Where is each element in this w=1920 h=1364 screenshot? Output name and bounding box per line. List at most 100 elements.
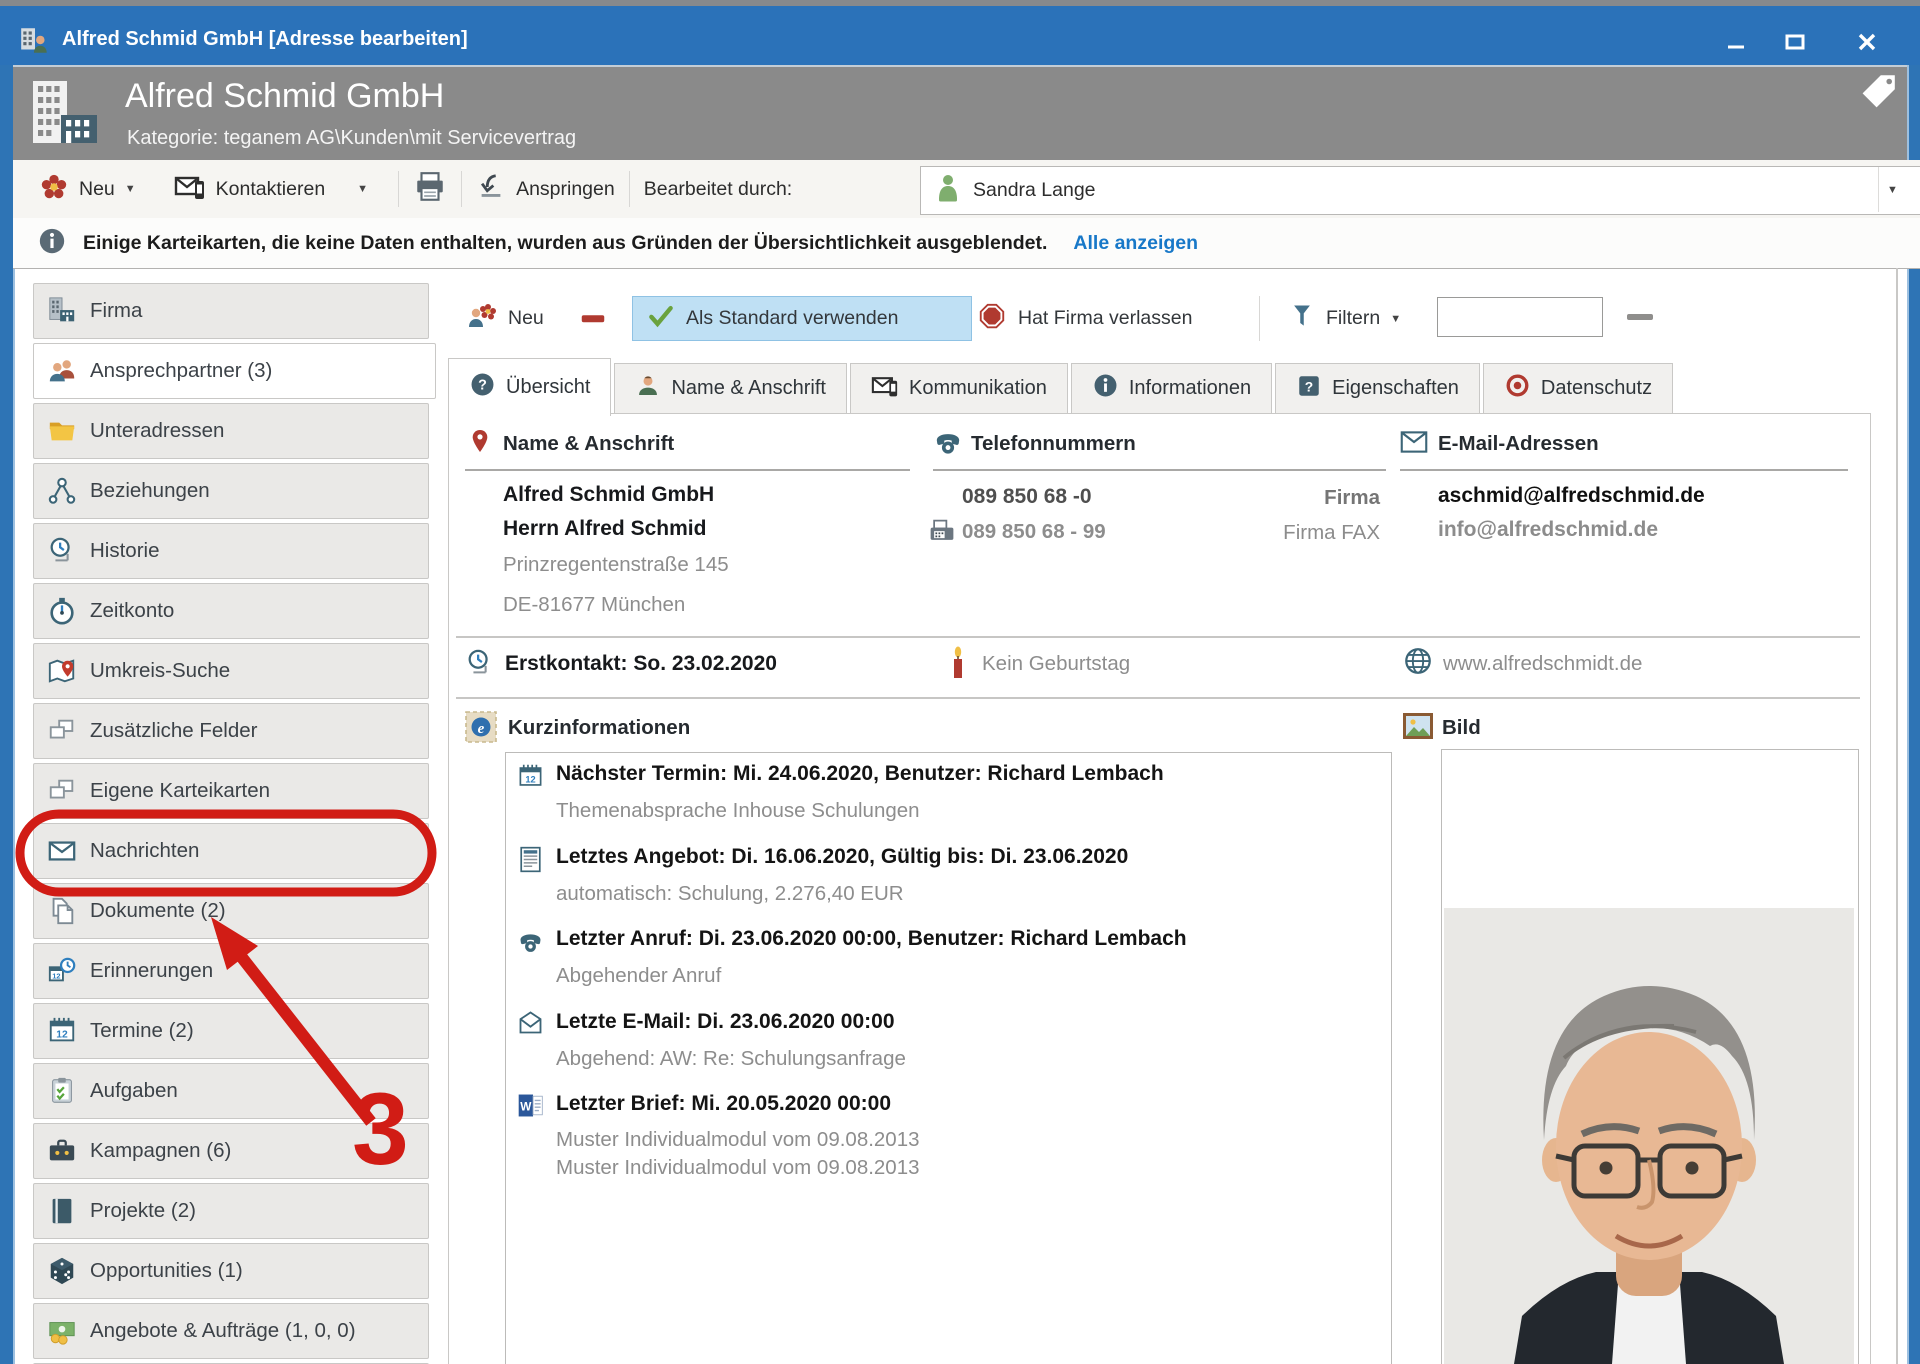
toolbar-separator bbox=[1259, 296, 1260, 341]
collapse-dash-button[interactable] bbox=[1627, 314, 1653, 320]
title-bar[interactable]: Alfred Schmid GmbH [Adresse bearbeiten] bbox=[0, 6, 1920, 65]
neu-button[interactable]: Neu ▼ bbox=[39, 172, 136, 207]
editor-combobox[interactable]: Sandra Lange bbox=[920, 166, 1920, 215]
sidebar-item-erinnerungen[interactable]: 12Erinnerungen bbox=[33, 943, 429, 999]
maximize-button[interactable] bbox=[1766, 12, 1824, 71]
offer-icon bbox=[517, 846, 544, 878]
flower-icon bbox=[39, 172, 69, 207]
dice-icon bbox=[47, 1256, 77, 1286]
location-pin-icon bbox=[467, 428, 493, 463]
funnel-icon bbox=[1288, 302, 1316, 335]
emails-heading: E-Mail-Adressen bbox=[1438, 432, 1599, 456]
sidebar-item-opportunities[interactable]: Opportunities (1) bbox=[33, 1243, 429, 1299]
tab-kommunikation[interactable]: Kommunikation bbox=[850, 363, 1068, 414]
extra-fields-icon bbox=[47, 716, 77, 746]
book-icon bbox=[47, 1196, 77, 1226]
jump-to-icon bbox=[476, 172, 506, 207]
first-contact: Erstkontakt: So. 23.02.2020 bbox=[505, 652, 777, 676]
editor-combobox-chevron[interactable]: ▼ bbox=[1878, 167, 1906, 212]
sidebar-item-zeitkonto[interactable]: Zeitkonto bbox=[33, 583, 429, 639]
phones-heading: Telefonnummern bbox=[971, 432, 1136, 456]
svg-text:12: 12 bbox=[52, 972, 60, 981]
window-title: Alfred Schmid GmbH [Adresse bearbeiten] bbox=[62, 28, 468, 51]
alle-anzeigen-link[interactable]: Alle anzeigen bbox=[1073, 232, 1198, 255]
tag-icon[interactable] bbox=[1855, 71, 1901, 118]
email-primary: aschmid@alfredschmid.de bbox=[1438, 484, 1705, 508]
sidebar-item-label: Zusätzliche Felder bbox=[90, 719, 257, 743]
pawn-icon bbox=[935, 173, 961, 208]
info-message: Einige Karteikarten, die keine Daten ent… bbox=[83, 232, 1047, 255]
sidebar-item-ansprechpartner[interactable]: Ansprechpartner (3) bbox=[33, 343, 436, 399]
svg-text:12: 12 bbox=[56, 1030, 68, 1041]
stop-octagon-icon bbox=[977, 301, 1007, 336]
hat-firma-verlassen-button[interactable]: Hat Firma verlassen bbox=[977, 296, 1192, 341]
info-circle-icon bbox=[37, 226, 67, 261]
map-pin-icon bbox=[47, 656, 77, 686]
tab-uebersicht[interactable]: ?Übersicht bbox=[448, 358, 611, 416]
kurzinfo-item-sub: Muster Individualmodul vom 09.08.2013 bbox=[556, 1128, 920, 1152]
sidebar-item-label: Historie bbox=[90, 539, 160, 563]
kontaktieren-button[interactable]: Kontaktieren bbox=[174, 172, 326, 207]
sidebar-item-termine[interactable]: 12Termine (2) bbox=[33, 1003, 429, 1059]
sidebar-item-label: Eigene Karteikarten bbox=[90, 779, 270, 803]
website: www.alfredschmidt.de bbox=[1443, 652, 1642, 676]
sidebar-item-angebote-auftraege[interactable]: Angebote & Aufträge (1, 0, 0) bbox=[33, 1303, 429, 1359]
phone-label: Firma bbox=[1200, 486, 1380, 510]
sidebar-item-label: Firma bbox=[90, 299, 142, 323]
sidebar-item-projekte[interactable]: Projekte (2) bbox=[33, 1183, 429, 1239]
filter-input[interactable] bbox=[1437, 297, 1603, 337]
crm-address-window: Alfred Schmid GmbH [Adresse bearbeiten] … bbox=[0, 0, 1920, 1364]
kontaktieren-dropdown[interactable]: ▼ bbox=[357, 183, 368, 195]
sidebar-item-unteradressen[interactable]: Unteradressen bbox=[33, 403, 429, 459]
sidebar-item-label: Dokumente (2) bbox=[90, 899, 226, 923]
print-button[interactable] bbox=[413, 170, 447, 209]
sidebar-item-dokumente[interactable]: Dokumente (2) bbox=[33, 883, 429, 939]
help-circle-icon: ? bbox=[469, 371, 496, 404]
tab-informationen[interactable]: Informationen bbox=[1071, 363, 1272, 414]
close-button[interactable] bbox=[1838, 12, 1896, 71]
kurzinfo-item-sub: automatisch: Schulung, 2.276,40 EUR bbox=[556, 882, 904, 906]
toolbar-separator bbox=[398, 171, 399, 207]
filtern-button[interactable]: Filtern ▼ bbox=[1288, 296, 1401, 341]
sidebar-item-historie[interactable]: Historie bbox=[33, 523, 429, 579]
kurzinfo-item-sub: Themenabsprache Inhouse Schulungen bbox=[556, 799, 920, 823]
svg-text:W: W bbox=[520, 1100, 532, 1114]
remove-contact-button[interactable] bbox=[578, 304, 608, 339]
tab-eigenschaften[interactable]: ?Eigenschaften bbox=[1275, 363, 1480, 414]
fax-label: Firma FAX bbox=[1200, 521, 1380, 545]
section-divider bbox=[456, 697, 1860, 699]
tab-datenschutz[interactable]: Datenschutz bbox=[1483, 363, 1673, 414]
minimize-button[interactable] bbox=[1707, 12, 1765, 71]
sidebar-item-eigene-karteikarten[interactable]: Eigene Karteikarten bbox=[33, 763, 429, 819]
sidebar-item-zusaetzliche-felder[interactable]: Zusätzliche Felder bbox=[33, 703, 429, 759]
sidebar-item-nachrichten[interactable]: Nachrichten bbox=[33, 823, 429, 879]
neu-contact-button[interactable]: Neu bbox=[466, 300, 544, 337]
appointment-icon: 12 bbox=[517, 763, 544, 795]
kurzinfo-item-title: Letzter Anruf: Di. 23.06.2020 00:00, Ben… bbox=[556, 927, 1187, 951]
briefcase-icon bbox=[47, 1136, 77, 1166]
sidebar-item-label: Unteradressen bbox=[90, 419, 224, 443]
word-icon: W bbox=[517, 1092, 544, 1124]
als-standard-button[interactable]: Als Standard verwenden bbox=[632, 296, 972, 341]
tab-name-anschrift[interactable]: Name & Anschrift bbox=[614, 363, 847, 414]
calendar-icon: 12 bbox=[47, 1016, 77, 1046]
kurzinfo-item-sub: Muster Individualmodul vom 09.08.2013 bbox=[556, 1156, 920, 1180]
svg-text:?: ? bbox=[1305, 378, 1313, 394]
fax-number: 089 850 68 - 99 bbox=[962, 520, 1106, 544]
kurzinfo-item-title: Letzte E-Mail: Di. 23.06.2020 00:00 bbox=[556, 1010, 895, 1034]
sidebar-item-umkreis-suche[interactable]: Umkreis-Suche bbox=[33, 643, 429, 699]
privacy-icon bbox=[1504, 372, 1531, 405]
new-contact-icon bbox=[466, 300, 498, 337]
tab-strip: ?Übersicht Name & Anschrift Kommunikatio… bbox=[448, 358, 1676, 415]
sidebar-item-label: Aufgaben bbox=[90, 1079, 178, 1103]
app-icon bbox=[18, 24, 52, 63]
sidebar-item-beziehungen[interactable]: Beziehungen bbox=[33, 463, 429, 519]
address-heading: Name & Anschrift bbox=[503, 432, 674, 456]
reminder-icon: 12 bbox=[47, 956, 77, 986]
sidebar-item-firma[interactable]: Firma bbox=[33, 283, 429, 339]
bild-heading: Bild bbox=[1442, 716, 1481, 740]
anspringen-button[interactable]: Anspringen bbox=[476, 172, 615, 207]
first-contact-icon bbox=[465, 648, 495, 683]
stopwatch-icon bbox=[47, 596, 77, 626]
svg-text:12: 12 bbox=[525, 774, 535, 784]
